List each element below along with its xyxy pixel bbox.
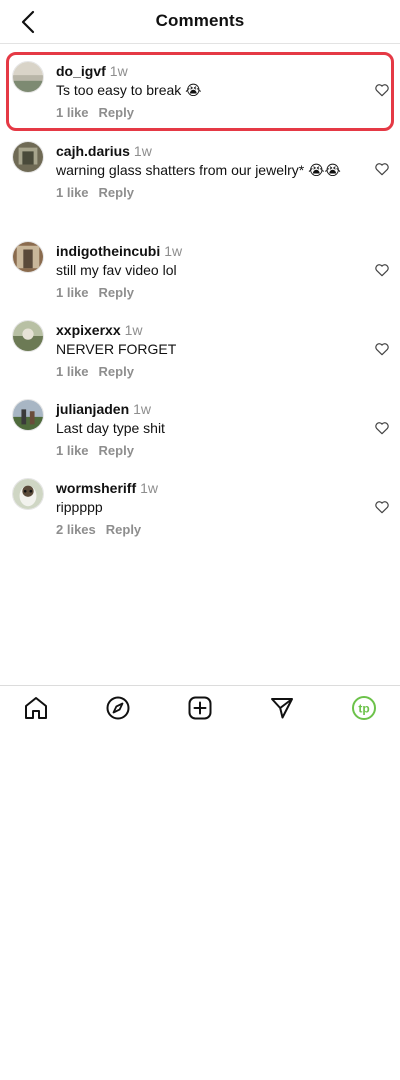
top-bar: Comments (0, 0, 400, 44)
profile-initials: tp (358, 702, 369, 716)
username[interactable]: wormsheriff (56, 480, 136, 496)
comment-text: warning glass shatters from our jewelry*… (56, 162, 341, 178)
heart-icon[interactable] (374, 161, 390, 177)
avatar[interactable] (12, 320, 44, 352)
comment-text: Last day type shit (56, 420, 165, 436)
comment-text: NERVER FORGET (56, 341, 177, 357)
comment-time: 1w (140, 480, 159, 496)
page-title: Comments (155, 11, 245, 30)
avatar-image (13, 142, 43, 172)
reply-button[interactable]: Reply (99, 185, 134, 200)
username[interactable]: julianjaden (56, 401, 129, 417)
comment-time: 1w (124, 322, 143, 338)
reply-button[interactable]: Reply (99, 285, 134, 300)
tab-create[interactable] (187, 695, 213, 721)
likes-count[interactable]: 1 like (56, 443, 89, 458)
avatar-image (13, 479, 43, 509)
comment-text: still my fav video lol (56, 262, 177, 278)
likes-count[interactable]: 1 like (56, 185, 89, 200)
comment-body: do_igvf 1w Ts too easy to break 😭 1 like R… (56, 62, 360, 121)
profile-avatar-icon: tp (352, 696, 376, 720)
avatar[interactable] (12, 478, 44, 510)
comment-text: rippppp (56, 499, 103, 515)
tab-home[interactable] (23, 695, 49, 721)
username[interactable]: indigotheincubi (56, 243, 160, 259)
tab-profile[interactable]: tp (351, 695, 377, 721)
comment-text: Ts too easy to break 😭 (56, 82, 202, 98)
avatar[interactable] (12, 61, 44, 93)
send-paper-plane-icon (271, 698, 293, 719)
reply-button[interactable]: Reply (99, 443, 134, 458)
likes-count[interactable]: 2 likes (56, 522, 96, 537)
comment-body: cajh.darius 1w warning glass shatters fro… (56, 142, 360, 201)
avatar[interactable] (12, 141, 44, 173)
home-icon (25, 697, 47, 719)
heart-icon[interactable] (374, 262, 390, 278)
username[interactable]: cajh.darius (56, 143, 130, 159)
comment-time: 1w (164, 243, 183, 259)
heart-icon[interactable] (374, 499, 390, 515)
avatar-image (13, 62, 43, 92)
explore-compass-icon (106, 696, 130, 720)
username[interactable]: xxpixerxx (56, 322, 121, 338)
avatar[interactable] (12, 241, 44, 273)
heart-icon[interactable] (374, 420, 390, 436)
avatar[interactable] (12, 399, 44, 431)
heart-icon[interactable] (374, 341, 390, 357)
likes-count[interactable]: 1 like (56, 105, 89, 120)
likes-count[interactable]: 1 like (56, 364, 89, 379)
avatar-image (13, 400, 43, 430)
tab-messages[interactable] (269, 695, 295, 721)
comment-body: xxpixerxx 1w NERVER FORGET 1 like Reply (56, 321, 360, 380)
reply-button[interactable]: Reply (99, 105, 134, 120)
comment-time: 1w (133, 401, 152, 417)
comment-time: 1w (133, 143, 152, 159)
comment-body: wormsheriff 1w rippppp 2 likes Reply (56, 479, 360, 538)
comment-time: 1w (109, 63, 128, 79)
reply-button[interactable]: Reply (106, 522, 141, 537)
create-plus-icon (188, 696, 212, 720)
likes-count[interactable]: 1 like (56, 285, 89, 300)
tab-explore[interactable] (105, 695, 131, 721)
username[interactable]: do_igvf (56, 63, 106, 79)
comment-body: julianjaden 1w Last day type shit 1 like R… (56, 400, 360, 459)
bottom-tab-bar: tp (0, 685, 400, 731)
avatar-image (13, 242, 43, 272)
heart-icon[interactable] (374, 82, 390, 98)
reply-button[interactable]: Reply (99, 364, 134, 379)
comment-body: indigotheincubi 1w still my fav video lol… (56, 242, 360, 301)
avatar-image (13, 321, 43, 351)
